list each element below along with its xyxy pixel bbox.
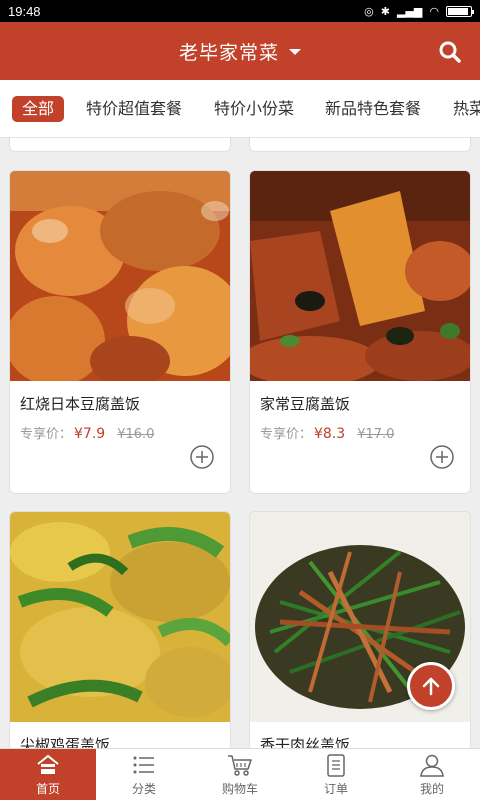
tab-label: 购物车	[221, 781, 258, 796]
product-card[interactable]: 香干肉丝盖饭	[249, 511, 471, 748]
product-name: 尖椒鸡蛋盖饭	[20, 736, 111, 748]
original-price: ¥17.0	[357, 427, 395, 442]
category-tab-all[interactable]: 全部	[12, 96, 65, 122]
price-row: 专享价： ¥7.9 ¥16.0	[20, 423, 154, 442]
battery-icon	[446, 5, 474, 17]
tab-category[interactable]: 分类	[96, 749, 192, 800]
order-icon	[327, 753, 345, 777]
category-tabs: 全部 特价超值套餐 特价小份菜 新品特色套餐 热菜	[0, 80, 480, 138]
product-image-braised-tofu	[10, 171, 230, 381]
tab-label: 分类	[131, 781, 156, 796]
bluetooth-icon: ✱	[380, 4, 390, 18]
product-card-partial	[249, 138, 471, 152]
arrow-up-icon	[422, 677, 440, 696]
app-header: 老毕家常菜	[0, 22, 480, 80]
add-to-cart-icon[interactable]	[190, 445, 214, 469]
add-to-cart-icon[interactable]	[430, 445, 454, 469]
signal-icon: ▂▄▆	[397, 4, 423, 18]
chevron-down-icon[interactable]	[289, 49, 301, 55]
product-image-pepper-egg	[10, 512, 230, 722]
product-name: 香干肉丝盖饭	[260, 736, 351, 748]
category-tab-value-set[interactable]: 特价超值套餐	[86, 96, 182, 122]
product-image-home-style-tofu	[250, 171, 470, 381]
search-icon[interactable]	[438, 40, 462, 64]
category-tab-small-dish[interactable]: 特价小份菜	[214, 96, 294, 122]
alarm-icon: ◎	[364, 4, 374, 18]
category-tab-hot-dish[interactable]: 热菜	[453, 96, 480, 122]
product-name: 家常豆腐盖饭	[260, 395, 351, 413]
bottom-tab-bar: 首页 分类 购物车 订单 我的	[0, 748, 480, 800]
cart-icon	[228, 754, 252, 776]
original-price: ¥16.0	[117, 427, 155, 442]
category-tab-new-set[interactable]: 新品特色套餐	[325, 96, 421, 122]
tab-label: 我的	[419, 781, 444, 796]
tab-home[interactable]: 首页	[0, 749, 96, 800]
product-name: 红烧日本豆腐盖饭	[20, 395, 141, 413]
price-label: 专享价：	[20, 427, 73, 442]
status-time: 19:48	[8, 3, 41, 19]
list-icon	[133, 756, 154, 773]
tab-profile[interactable]: 我的	[384, 749, 480, 800]
current-price: ¥8.3	[314, 426, 346, 442]
product-grid: 红烧日本豆腐盖饭 专享价： ¥7.9 ¥16.0 家常豆腐盖饭 专享价： ¥8.…	[0, 138, 480, 748]
product-card[interactable]: 家常豆腐盖饭 专享价： ¥8.3 ¥17.0	[249, 170, 471, 494]
tab-orders[interactable]: 订单	[288, 749, 384, 800]
price-label: 专享价：	[260, 427, 313, 442]
tab-label: 订单	[323, 781, 348, 796]
wifi-icon: ◠	[429, 4, 439, 18]
user-icon	[420, 754, 444, 777]
tab-label: 首页	[35, 781, 60, 796]
price-row: 专享价： ¥8.3 ¥17.0	[260, 423, 394, 442]
scroll-top-button[interactable]	[407, 662, 455, 710]
product-card[interactable]: 红烧日本豆腐盖饭 专享价： ¥7.9 ¥16.0	[9, 170, 231, 494]
status-icons: ◎ ✱ ▂▄▆ ◠	[364, 4, 474, 18]
product-card-partial	[9, 138, 231, 152]
product-card[interactable]: 尖椒鸡蛋盖饭	[9, 511, 231, 748]
current-price: ¥7.9	[74, 426, 106, 442]
home-icon	[37, 754, 59, 774]
status-bar: 19:48 ◎ ✱ ▂▄▆ ◠	[0, 0, 480, 22]
store-title[interactable]: 老毕家常菜	[179, 38, 279, 65]
tab-cart[interactable]: 购物车	[192, 749, 288, 800]
